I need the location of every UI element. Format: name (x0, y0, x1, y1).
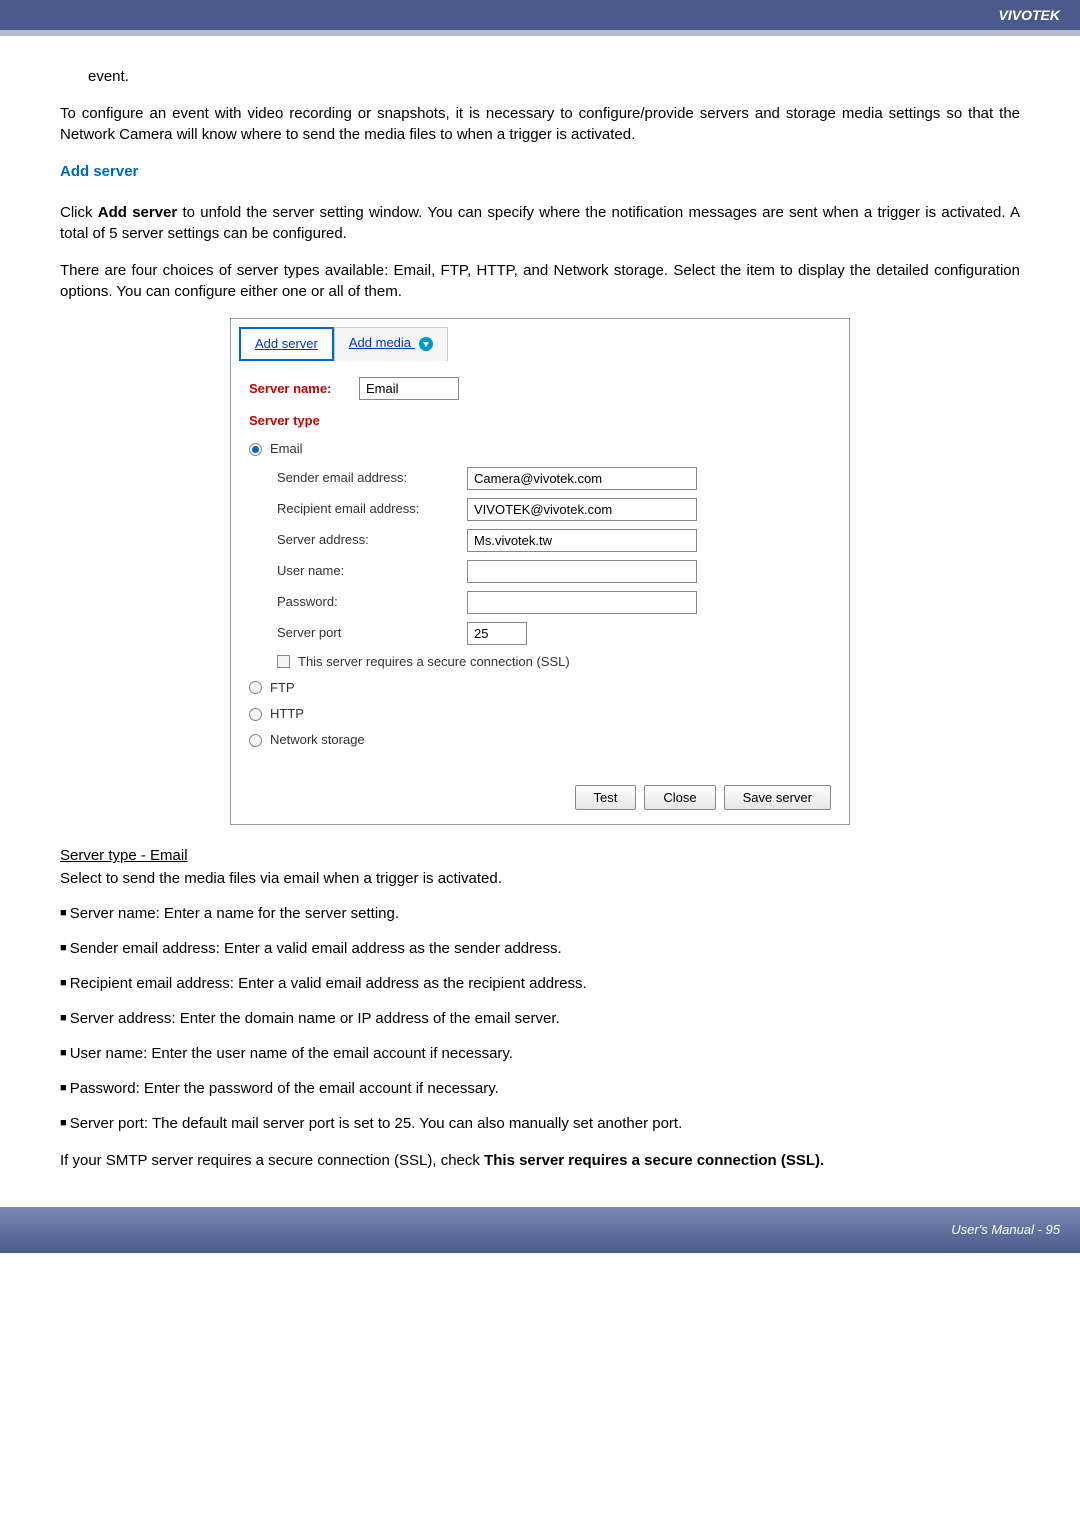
sender-label: Sender email address: (277, 469, 467, 487)
radio-email-label: Email (270, 440, 303, 458)
tab-add-media-label: Add media (349, 335, 411, 350)
list-item: Recipient email address: Enter a valid e… (60, 973, 1020, 994)
port-input[interactable] (467, 622, 527, 645)
dropdown-icon (419, 337, 433, 351)
user-input[interactable] (467, 560, 697, 583)
recipient-label: Recipient email address: (277, 500, 467, 518)
header-bar: VIVOTEK (0, 0, 1080, 30)
para-four-choices: There are four choices of server types a… (60, 260, 1020, 302)
list-item: Sender email address: Enter a valid emai… (60, 938, 1020, 959)
pass-input[interactable] (467, 591, 697, 614)
bullet-list: Server name: Enter a name for the server… (60, 903, 1020, 1134)
list-item: User name: Enter the user name of the em… (60, 1043, 1020, 1064)
close-button[interactable]: Close (644, 785, 715, 810)
radio-icon (249, 734, 262, 747)
port-label: Server port (277, 624, 467, 642)
intro-para: To configure an event with video recordi… (60, 103, 1020, 145)
ssl-label: This server requires a secure connection… (298, 653, 570, 671)
recipient-input[interactable] (467, 498, 697, 521)
list-item: Server name: Enter a name for the server… (60, 903, 1020, 924)
server-config-panel: Add server Add media Server name: Server… (230, 318, 850, 825)
list-item: Password: Enter the password of the emai… (60, 1078, 1020, 1099)
server-type-label: Server type (249, 412, 831, 430)
para-click-add-server: Click Add server to unfold the server se… (60, 202, 1020, 244)
user-label: User name: (277, 562, 467, 580)
ssl-note: If your SMTP server requires a secure co… (60, 1150, 1020, 1171)
server-addr-label: Server address: (277, 531, 467, 549)
section-title-add-server: Add server (60, 161, 1020, 182)
page-content: event. To configure an event with video … (0, 36, 1080, 1207)
server-name-label: Server name: (249, 380, 359, 398)
pass-label: Password: (277, 593, 467, 611)
radio-ftp[interactable]: FTP (249, 679, 831, 697)
server-type-email-desc: Select to send the media files via email… (60, 868, 1020, 889)
tab-add-media[interactable]: Add media (334, 327, 448, 361)
tab-add-server[interactable]: Add server (239, 327, 334, 361)
radio-http-label: HTTP (270, 705, 304, 723)
radio-http[interactable]: HTTP (249, 705, 831, 723)
sender-input[interactable] (467, 467, 697, 490)
radio-email[interactable]: Email (249, 440, 831, 458)
list-item: Server address: Enter the domain name or… (60, 1008, 1020, 1029)
server-name-input[interactable] (359, 377, 459, 400)
footer-bar: User's Manual - 95 (0, 1207, 1080, 1253)
server-addr-input[interactable] (467, 529, 697, 552)
event-line: event. (88, 66, 1020, 87)
radio-icon (249, 708, 262, 721)
footer-text: User's Manual - 95 (951, 1222, 1060, 1237)
radio-network-label: Network storage (270, 731, 365, 749)
ssl-checkbox-row[interactable]: This server requires a secure connection… (277, 653, 831, 671)
test-button[interactable]: Test (575, 785, 637, 810)
server-type-email-heading: Server type - Email (60, 845, 1020, 866)
checkbox-icon (277, 655, 290, 668)
list-item: Server port: The default mail server por… (60, 1113, 1020, 1134)
save-server-button[interactable]: Save server (724, 785, 831, 810)
radio-network-storage[interactable]: Network storage (249, 731, 831, 749)
tab-row: Add server Add media (231, 319, 849, 361)
radio-icon (249, 681, 262, 694)
radio-icon (249, 443, 262, 456)
radio-ftp-label: FTP (270, 679, 295, 697)
brand-text: VIVOTEK (999, 7, 1060, 23)
